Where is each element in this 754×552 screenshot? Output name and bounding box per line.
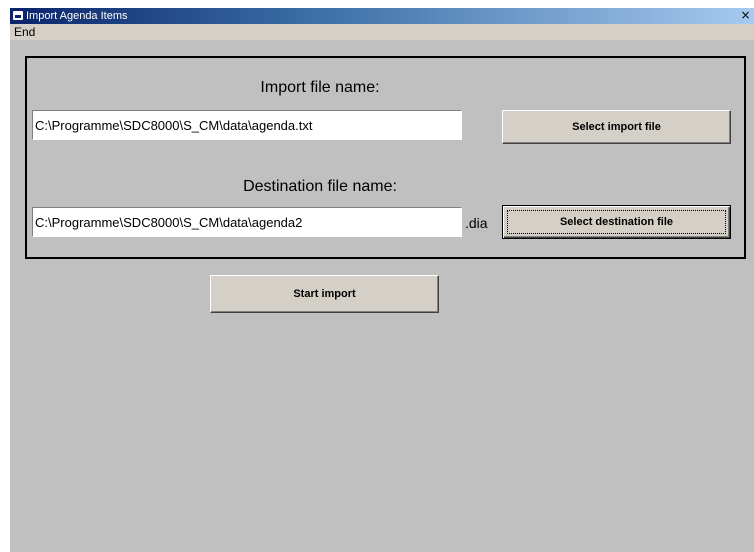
app-window-icon[interactable] (13, 11, 23, 20)
menu-item-end[interactable]: End (10, 24, 39, 40)
start-import-label: Start import (293, 288, 356, 300)
import-file-input[interactable] (32, 110, 462, 140)
import-file-heading: Import file name: (260, 79, 380, 96)
import-agenda-window: Import Agenda Items × End Import file na… (10, 8, 754, 552)
select-import-file-label: Select import file (572, 121, 661, 133)
start-import-button[interactable]: Start import (210, 275, 439, 313)
destination-extension-label: .dia (465, 215, 488, 231)
select-destination-file-label: Select destination file (559, 216, 674, 228)
destination-file-heading: Destination file name: (243, 178, 397, 195)
menu-bar: End (10, 24, 754, 40)
close-icon[interactable]: × (739, 9, 752, 22)
window-title: Import Agenda Items (26, 10, 128, 22)
select-destination-file-button[interactable]: Select destination file (502, 205, 731, 239)
destination-file-input[interactable] (32, 207, 462, 237)
title-bar[interactable]: Import Agenda Items × (10, 8, 754, 24)
select-import-file-button[interactable]: Select import file (502, 110, 731, 144)
